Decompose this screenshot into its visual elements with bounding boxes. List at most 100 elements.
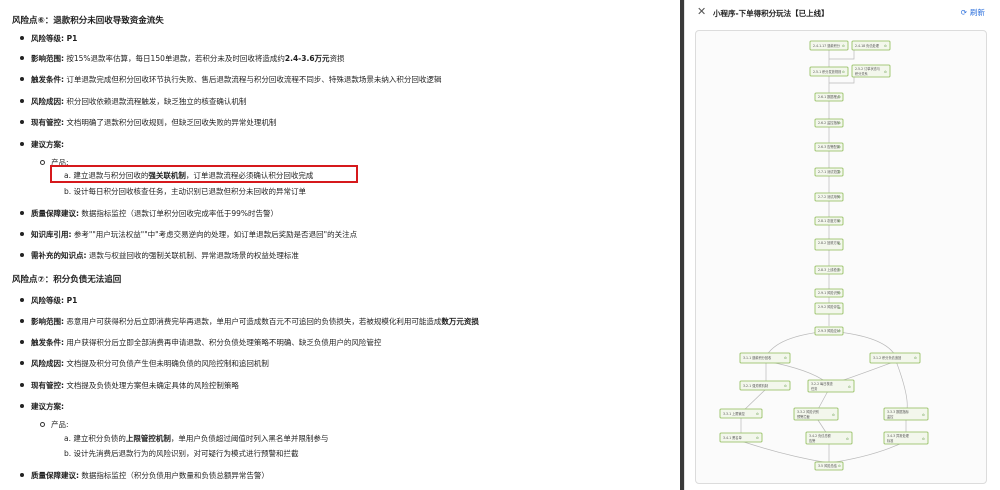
- flow-node[interactable]: 2.4.18 负债处理 ⊙: [851, 40, 891, 51]
- flow-node[interactable]: 2.9.3 风险应对⊙: [814, 326, 844, 336]
- flow-node[interactable]: 3.3.2 风险识别预警拦截 ⊙: [793, 407, 839, 421]
- flow-node[interactable]: 2.6.1 数据埋点⊙: [814, 92, 844, 102]
- svg-text:⊙: ⊙: [884, 44, 887, 48]
- svg-text:3.2.2 每日核查: 3.2.2 每日核查: [811, 381, 834, 386]
- refresh-icon: ⟳: [960, 8, 967, 17]
- bullet-icon: [20, 56, 24, 60]
- svg-text:⊙: ⊙: [842, 70, 845, 74]
- section1-suggest: 建议方案:: [20, 139, 64, 150]
- bullet-icon: [20, 99, 24, 103]
- bullet-icon: [20, 253, 24, 257]
- svg-text:⊙: ⊙: [838, 464, 841, 468]
- svg-text:⊙: ⊙: [914, 356, 917, 360]
- document-pane: 风险点⑥：退款积分未回收导致资金流失 风险等级: P1 影响范围: 按15%退款…: [0, 0, 680, 490]
- flow-node[interactable]: 3.1.1 退款积分回收 ⊙: [739, 352, 791, 364]
- svg-text:2.4.18 负债处理: 2.4.18 负债处理: [855, 43, 880, 48]
- section2-quality: 质量保障建议: 数据指标监控（积分负债用户数量和负债总额异常告警）: [20, 470, 269, 481]
- section2-level: 风险等级: P1: [20, 295, 77, 306]
- svg-text:⊙: ⊙: [832, 413, 835, 417]
- svg-text:⊙: ⊙: [756, 412, 759, 416]
- svg-text:⊙: ⊙: [842, 44, 845, 48]
- panel-header: ✕ 小程序-下单得积分玩法【已上线】 ⟳ 刷新: [685, 0, 1000, 26]
- flow-node[interactable]: 2.9.2 风险评估⊙: [814, 302, 844, 315]
- bullet-icon: [20, 211, 24, 215]
- svg-text:3.1.1 退款积分回收: 3.1.1 退款积分回收: [743, 355, 772, 360]
- bullet-icon: [20, 298, 24, 302]
- svg-text:⊙: ⊙: [838, 242, 841, 246]
- section1-trigger: 触发条件: 订单退款完成但积分回收环节执行失败、售后退款流程与积分回收流程不同步…: [20, 74, 441, 85]
- flow-node[interactable]: 3.2.2 每日核查任务 ⊙: [807, 379, 855, 393]
- refresh-button[interactable]: ⟳ 刷新: [961, 7, 985, 18]
- svg-text:2.5.2 订单状态与: 2.5.2 订单状态与: [855, 66, 880, 71]
- svg-text:2.4.1.17 退款积分: 2.4.1.17 退款积分: [813, 43, 841, 48]
- svg-text:2.7.2 测试用例: 2.7.2 测试用例: [818, 194, 840, 199]
- section2-control: 现有管控: 文档提及负债处理方案但未确定具体的风险控制策略: [20, 380, 239, 391]
- bullet-icon: [20, 77, 24, 81]
- flow-node[interactable]: 2.7.2 测试用例⊙: [814, 192, 844, 202]
- section2-impact: 影响范围: 恶意用户可获得积分后立即消费完毕再退款，单用户可造成数百元不可追回的…: [20, 316, 479, 327]
- flow-node[interactable]: 2.6.3 告警配置⊙: [814, 142, 844, 152]
- bullet-icon: [20, 319, 24, 323]
- svg-text:3.3.3 数据指标: 3.3.3 数据指标: [887, 409, 910, 414]
- svg-text:2.7.1 测试范围: 2.7.1 测试范围: [818, 169, 840, 174]
- section1-impact: 影响范围: 按15%退款率估算，每日150单退款，若积分未及时回收将造成约2.4…: [20, 53, 345, 64]
- bullet-icon: [20, 142, 24, 146]
- svg-text:⊙: ⊙: [922, 413, 925, 417]
- svg-text:3.4.2 负债总额: 3.4.2 负债总额: [809, 433, 832, 438]
- flow-node[interactable]: 2.4.1.17 退款积分 ⊙: [809, 40, 849, 51]
- svg-text:3.5 风险总结: 3.5 风险总结: [818, 463, 837, 468]
- svg-text:3.2.1 强关联机制: 3.2.1 强关联机制: [743, 383, 768, 388]
- svg-text:⊙: ⊙: [846, 437, 849, 441]
- section2-product-b: b. 设计先消费后退款行为的风险识别，对可疑行为模式进行预警和拦截: [64, 449, 299, 458]
- section2-title: 风险点⑦：积分负债无法追回: [12, 275, 122, 285]
- svg-text:监控: 监控: [887, 414, 894, 419]
- flow-node[interactable]: 2.9.1 风险识别⊙: [814, 288, 844, 298]
- svg-text:⊙: ⊙: [838, 95, 841, 99]
- flow-node[interactable]: 3.4.3 异常处理标准 ⊙: [883, 431, 929, 445]
- flowchart-panel: ✕ 小程序-下单得积分玩法【已上线】 ⟳ 刷新 2.4.1.17 退款积分 ⊙ …: [684, 0, 1000, 490]
- refresh-label: 刷新: [970, 8, 985, 17]
- section1-title: 风险点⑥：退款积分未回收导致资金流失: [12, 16, 164, 26]
- flow-node[interactable]: 3.4.1 黑名单 ⊙: [719, 432, 763, 443]
- highlight-box: [50, 165, 358, 183]
- svg-text:3.4.3 异常处理: 3.4.3 异常处理: [887, 433, 910, 438]
- svg-text:⊙: ⊙: [784, 356, 787, 360]
- section1-kb: 知识库引用: 参考""用户玩法权益""中"考虑交易逆向的处理，如订单退款后奖励是…: [20, 229, 357, 240]
- flow-node[interactable]: 3.2.1 强关联机制 ⊙: [739, 380, 791, 391]
- section2-cause: 风险成因: 文档提及积分可负债产生但未明确负债的风险控制和追回机制: [20, 358, 269, 369]
- section1-quality: 质量保障建议: 数据指标监控（退款订单积分回收完成率低于99%时告警）: [20, 208, 278, 219]
- flow-node[interactable]: 2.5.2 订单状态与积分关系 ⊙: [851, 64, 891, 78]
- flow-node[interactable]: 2.6.2 监控指标⊙: [814, 118, 844, 128]
- flow-node[interactable]: 3.3.3 数据指标监控 ⊙: [883, 407, 929, 421]
- svg-text:积分关系: 积分关系: [855, 71, 868, 76]
- flow-node[interactable]: 3.3.1 上限管控 ⊙: [719, 408, 763, 419]
- circle-bullet-icon: [40, 159, 45, 165]
- flow-node[interactable]: 2.8.3 上线检查⊙: [814, 265, 844, 275]
- svg-text:3.1.2 积分负债追回: 3.1.2 积分负债追回: [873, 355, 901, 360]
- flow-node[interactable]: 3.1.2 积分负债追回 ⊙: [869, 352, 921, 364]
- flowchart-diagram: 2.4.1.17 退款积分 ⊙ 2.4.18 负债处理 ⊙ 2.5.1 积分发放规则…: [719, 40, 929, 471]
- section2-trigger: 触发条件: 用户获得积分后立即全部消费再申请退款、积分负债处理策略不明确、缺乏负…: [20, 337, 381, 348]
- svg-text:告警: 告警: [809, 438, 816, 443]
- svg-text:任务: 任务: [811, 386, 818, 391]
- flowchart-canvas[interactable]: 2.4.1.17 退款积分 ⊙ 2.4.18 负债处理 ⊙ 2.5.1 积分发放规则…: [695, 30, 987, 484]
- close-icon[interactable]: ✕: [697, 5, 706, 18]
- svg-text:2.6.3 告警配置: 2.6.3 告警配置: [818, 144, 840, 149]
- flow-node[interactable]: 2.5.1 积分发放规则 ⊙: [809, 66, 849, 77]
- bullet-icon: [20, 232, 24, 236]
- svg-text:⊙: ⊙: [838, 195, 841, 199]
- svg-text:⊙: ⊙: [784, 384, 787, 388]
- bullet-icon: [20, 340, 24, 344]
- flow-node[interactable]: 3.4.2 负债总额告警 ⊙: [805, 431, 853, 445]
- svg-text:⊙: ⊙: [838, 268, 841, 272]
- svg-text:⊙: ⊙: [884, 70, 887, 74]
- flow-node[interactable]: 2.8.1 灰度方案⊙: [814, 216, 844, 226]
- bullet-icon: [20, 404, 24, 408]
- circle-bullet-icon: [40, 421, 45, 427]
- svg-text:⊙: ⊙: [756, 436, 759, 440]
- bullet-icon: [20, 473, 24, 477]
- flow-node[interactable]: 3.5 风险总结 ⊙: [814, 461, 844, 471]
- section2-product-a: a. 建立积分负债的上限管控机制，单用户负债超过阈值时列入黑名单并限制参与: [64, 434, 329, 443]
- flow-node[interactable]: 2.8.2 回滚方案⊙: [814, 238, 844, 251]
- flow-node[interactable]: 2.7.1 测试范围⊙: [814, 167, 844, 177]
